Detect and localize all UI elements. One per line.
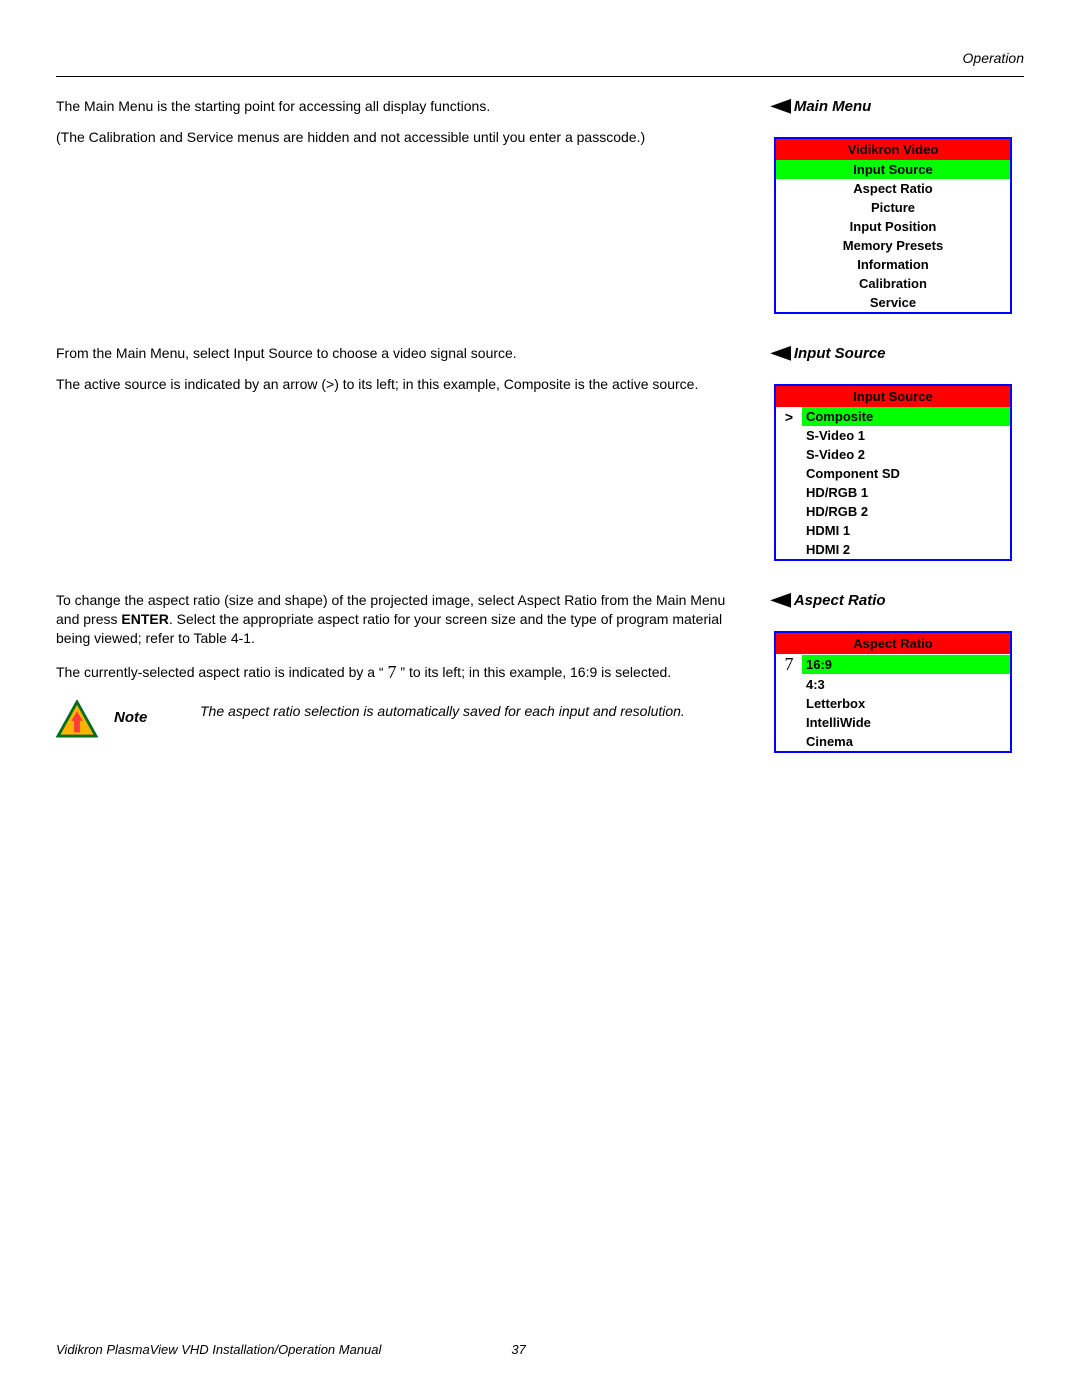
- main-menu-para2: (The Calibration and Service menus are h…: [56, 128, 744, 147]
- para-bold: ENTER: [121, 611, 168, 627]
- menu-item-label: Cinema: [802, 732, 1010, 751]
- menu-item-label: IntelliWide: [802, 713, 1010, 732]
- aspect-ratio-right: ◀ Aspect Ratio Aspect Ratio 7 16:9 4:3: [774, 591, 1024, 753]
- menu-item[interactable]: Input Source: [776, 160, 1010, 179]
- main-menu-heading: ◀ Main Menu: [774, 97, 1024, 115]
- menu-item[interactable]: IntelliWide: [776, 713, 1010, 732]
- menu-item-label: Calibration: [776, 274, 1010, 293]
- note-block: Note The aspect ratio selection is autom…: [56, 700, 744, 738]
- page-footer: Vidikron PlasmaView VHD Installation/Ope…: [56, 1322, 1024, 1357]
- menu-item[interactable]: Aspect Ratio: [776, 179, 1010, 198]
- main-menu-box: Vidikron Video Input Source Aspect Ratio…: [774, 137, 1012, 314]
- main-menu-heading-text: Main Menu: [794, 98, 872, 115]
- active-indicator-icon: >: [776, 409, 802, 425]
- para-text: ” to its left; in this example, 16:9 is …: [397, 664, 672, 680]
- arrow-left-icon: ◀: [771, 96, 790, 114]
- menu-item-label: Input Position: [776, 217, 1010, 236]
- input-source-para2: The active source is indicated by an arr…: [56, 375, 744, 394]
- menu-item[interactable]: Memory Presets: [776, 236, 1010, 255]
- note-text: The aspect ratio selection is automatica…: [200, 700, 744, 721]
- input-source-box: Input Source > Composite S-Video 1 S-Vid…: [774, 384, 1012, 561]
- menu-item[interactable]: Component SD: [776, 464, 1010, 483]
- menu-item[interactable]: S-Video 1: [776, 426, 1010, 445]
- menu-item[interactable]: Letterbox: [776, 694, 1010, 713]
- input-source-title: Input Source: [776, 386, 1010, 407]
- main-menu-right: ◀ Main Menu Vidikron Video Input Source …: [774, 97, 1024, 314]
- menu-item-label: HDMI 2: [802, 540, 1010, 559]
- footer-title: Vidikron PlasmaView VHD Installation/Ope…: [56, 1342, 381, 1357]
- aspect-ratio-text: To change the aspect ratio (size and sha…: [56, 591, 774, 738]
- menu-item-label: Memory Presets: [776, 236, 1010, 255]
- main-menu-para1: The Main Menu is the starting point for …: [56, 97, 744, 116]
- menu-item[interactable]: 7 16:9: [776, 654, 1010, 675]
- menu-item[interactable]: 4:3: [776, 675, 1010, 694]
- menu-item[interactable]: Information: [776, 255, 1010, 274]
- menu-item[interactable]: S-Video 2: [776, 445, 1010, 464]
- input-source-text: From the Main Menu, select Input Source …: [56, 344, 774, 406]
- menu-item-label: S-Video 2: [802, 445, 1010, 464]
- menu-item-label: Information: [776, 255, 1010, 274]
- menu-item-label: Picture: [776, 198, 1010, 217]
- menu-item-label: Component SD: [802, 464, 1010, 483]
- menu-item-label: HDMI 1: [802, 521, 1010, 540]
- section-input-source: From the Main Menu, select Input Source …: [56, 344, 1024, 561]
- aspect-ratio-para2: The currently-selected aspect ratio is i…: [56, 660, 744, 684]
- menu-item[interactable]: > Composite: [776, 407, 1010, 426]
- menu-item[interactable]: HDMI 1: [776, 521, 1010, 540]
- aspect-ratio-heading-text: Aspect Ratio: [794, 592, 886, 609]
- menu-item[interactable]: Input Position: [776, 217, 1010, 236]
- menu-item[interactable]: HD/RGB 2: [776, 502, 1010, 521]
- running-header: Operation: [56, 50, 1024, 66]
- input-source-right: ◀ Input Source Input Source > Composite …: [774, 344, 1024, 561]
- section-main-menu: The Main Menu is the starting point for …: [56, 97, 1024, 314]
- aspect-ratio-para1: To change the aspect ratio (size and sha…: [56, 591, 744, 648]
- menu-item[interactable]: HDMI 2: [776, 540, 1010, 559]
- selected-indicator-icon: 7: [776, 654, 802, 675]
- para-text: The currently-selected aspect ratio is i…: [56, 664, 388, 680]
- menu-item-label: 16:9: [802, 655, 1010, 674]
- menu-item[interactable]: Calibration: [776, 274, 1010, 293]
- input-source-heading-text: Input Source: [794, 345, 886, 362]
- selected-symbol: 7: [388, 662, 397, 682]
- menu-item[interactable]: Service: [776, 293, 1010, 312]
- menu-item-label: HD/RGB 2: [802, 502, 1010, 521]
- aspect-ratio-title: Aspect Ratio: [776, 633, 1010, 654]
- menu-item[interactable]: HD/RGB 1: [776, 483, 1010, 502]
- menu-item[interactable]: Picture: [776, 198, 1010, 217]
- note-triangle-icon: [56, 700, 98, 738]
- menu-item-label: S-Video 1: [802, 426, 1010, 445]
- arrow-left-icon: ◀: [771, 343, 790, 361]
- menu-item-label: Letterbox: [802, 694, 1010, 713]
- input-source-heading: ◀ Input Source: [774, 344, 1024, 362]
- menu-item[interactable]: Cinema: [776, 732, 1010, 751]
- aspect-ratio-heading: ◀ Aspect Ratio: [774, 591, 1024, 609]
- menu-item-label: Service: [776, 293, 1010, 312]
- page-number: 37: [511, 1342, 525, 1357]
- aspect-ratio-box: Aspect Ratio 7 16:9 4:3 Letterbox: [774, 631, 1012, 753]
- menu-item-label: HD/RGB 1: [802, 483, 1010, 502]
- arrow-left-icon: ◀: [771, 590, 790, 608]
- main-menu-text: The Main Menu is the starting point for …: [56, 97, 774, 159]
- menu-item-label: Composite: [802, 407, 1010, 426]
- menu-item-label: Aspect Ratio: [776, 179, 1010, 198]
- input-source-para1: From the Main Menu, select Input Source …: [56, 344, 744, 363]
- page-content: The Main Menu is the starting point for …: [56, 97, 1024, 1322]
- menu-item-label: 4:3: [802, 675, 1010, 694]
- header-rule: [56, 76, 1024, 77]
- note-label: Note: [114, 700, 184, 728]
- menu-item-label: Input Source: [776, 160, 1010, 179]
- main-menu-title: Vidikron Video: [776, 139, 1010, 160]
- section-aspect-ratio: To change the aspect ratio (size and sha…: [56, 591, 1024, 753]
